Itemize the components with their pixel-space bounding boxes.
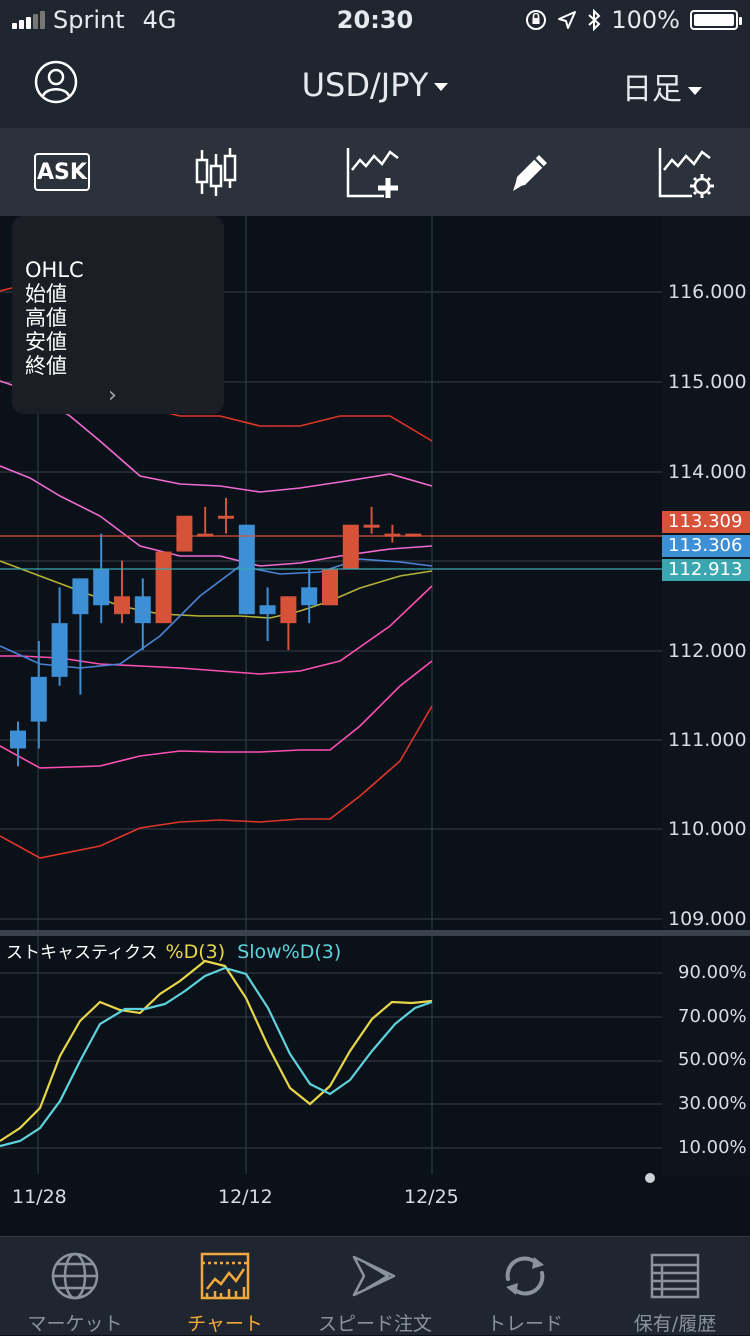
speed-order-icon [352,1255,396,1297]
ohlc-title: OHLC [25,258,84,282]
candle-body [10,730,26,749]
chevron-right-icon[interactable]: › [108,384,117,408]
status-bar: Sprint 4G 20:30 100% [0,0,750,40]
bluetooth-icon [588,9,601,31]
ohlc-open-label: 始値 [25,282,67,306]
price-axis-label: 112.000 [668,640,747,662]
tab-label: マーケット [27,1313,123,1335]
bottom-tab-bar: マーケット チャート スピード注文 トレード 保有/履歴 [0,1236,750,1335]
percent-d-line [0,959,433,1142]
ask-icon: ASK [34,153,90,191]
ask-label: ASK [37,159,87,185]
orientation-lock-icon [526,10,547,30]
ohlc-close-label: 終値 [25,354,67,378]
tab-chart[interactable]: チャート [150,1237,300,1335]
stoch-axis-label: 30.00% [678,1093,747,1114]
stochastic-legend: ストキャスティクス %D(3) Slow%D(3) [6,938,341,963]
price-axis-label: 116.000 [668,281,747,303]
tab-label: チャート [187,1313,263,1335]
header-bar: USD/JPY 日足 [0,40,750,128]
percent-d-label: %D(3) [165,941,226,963]
candle-body [322,569,338,606]
add-indicator-icon [346,148,399,198]
battery-icon [690,10,742,30]
price-axis-label: 111.000 [668,729,747,751]
stoch-axis-label: 70.00% [678,1006,747,1027]
location-arrow-icon [558,11,577,29]
candlestick-type-icon [195,148,237,196]
globe-icon [51,1252,99,1300]
tab-label: 保有/履歴 [633,1313,717,1335]
ask-price-tag: 113.309 [662,511,750,533]
candle-body [72,578,89,615]
period-selector[interactable]: 日足 [622,64,702,108]
chart-settings-icon [658,148,714,198]
candle-body [363,524,380,528]
candle-body [51,623,68,677]
chart-toolbar: ASK [0,128,750,216]
price-axis-panel [662,216,750,1176]
date-axis-label: 12/12 [218,1186,273,1208]
price-axis-label: 109.000 [668,908,747,930]
stochastic-lines [0,959,433,1148]
price-axis-label: 110.000 [668,818,747,840]
drawing-pen-icon [513,155,547,191]
candle-body [301,587,318,606]
slow-percent-d-line [0,966,433,1148]
history-list-icon [650,1253,700,1299]
stochastic-title: ストキャスティクス [6,943,158,963]
current-price-tag: 113.306 [662,535,750,557]
price-axis-label: 115.000 [668,371,747,393]
chart-area[interactable]: OHLC 始値 高値 安値 終値 › 116.000 115.000 114.0… [0,216,750,1236]
candle-body [93,569,110,606]
currency-pair-label: USD/JPY [301,66,429,104]
tab-market[interactable]: マーケット [0,1237,150,1335]
price-axis-label: 114.000 [668,461,747,483]
tab-trade[interactable]: トレード [450,1237,600,1335]
tab-label: スピード注文 [317,1313,432,1335]
chart-icon [200,1252,250,1300]
status-icons: 100% [525,6,742,34]
date-axis-label: 11/28 [12,1186,67,1208]
drawing-tool-button[interactable] [498,142,562,202]
scroll-position-dot[interactable] [645,1173,655,1183]
tab-holdings-history[interactable]: 保有/履歴 [600,1237,750,1335]
candle-body [134,596,151,624]
trade-refresh-icon [505,1256,545,1296]
stoch-axis-label: 10.00% [678,1137,747,1158]
candlestick-type-button[interactable] [184,142,248,202]
ohlc-panel[interactable]: OHLC 始値 高値 安値 終値 › [12,216,224,414]
dropdown-caret-icon [434,83,449,91]
add-indicator-button[interactable] [342,142,406,202]
ohlc-low-label: 安値 [25,330,67,354]
ask-button[interactable]: ASK [30,142,94,202]
candle-body [259,605,276,615]
stoch-axis-label: 90.00% [678,962,747,983]
candle-body [218,515,234,519]
candle-body [176,515,193,552]
dropdown-caret-icon [688,86,702,95]
ohlc-high-label: 高値 [25,306,67,330]
date-axis-label: 12/25 [404,1186,459,1208]
ma-price-tag: 112.913 [662,559,750,581]
candle-body [280,596,297,624]
stoch-axis-label: 50.00% [678,1049,747,1070]
candle-body [114,596,130,615]
slow-percent-d-label: Slow%D(3) [237,941,342,963]
tab-speed-order[interactable]: スピード注文 [300,1237,450,1335]
chart-settings-button[interactable] [654,142,718,202]
tab-label: トレード [486,1313,563,1335]
candle-body [155,551,172,624]
pane-separator [0,930,750,936]
battery-percent: 100% [611,6,680,34]
period-label: 日足 [622,72,682,107]
candle-body [30,676,47,722]
candle-body [342,524,359,570]
